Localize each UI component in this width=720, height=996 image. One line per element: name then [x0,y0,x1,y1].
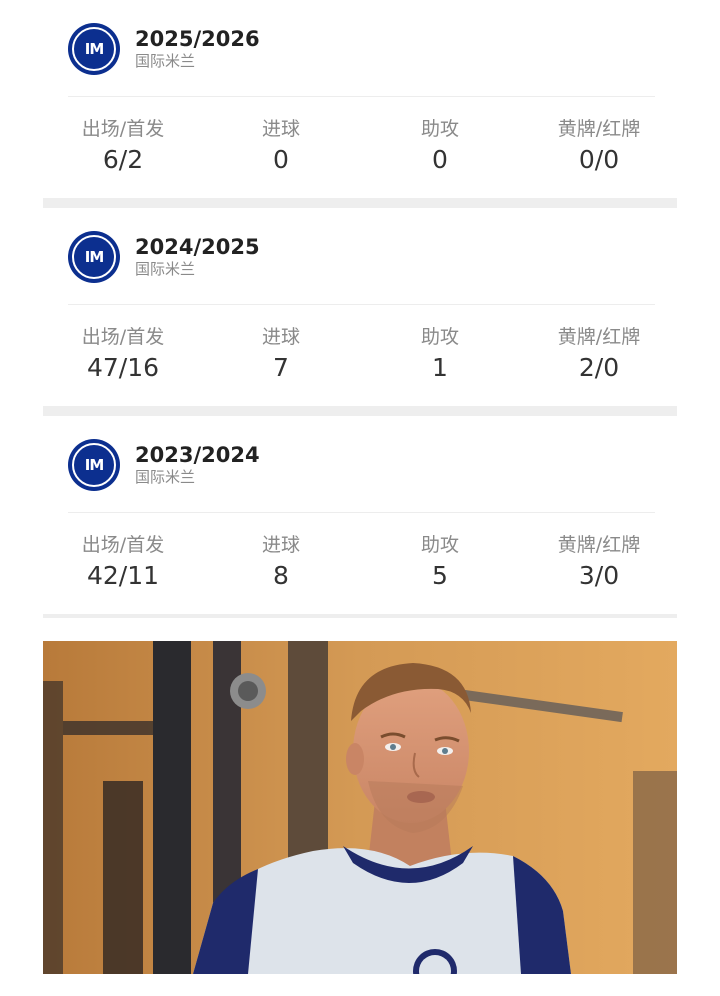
stat-label: 助攻 [420,534,459,556]
stat-label: 黄牌/红牌 [557,326,641,348]
section-separator [43,198,677,208]
season-header: IM 2024/2025 国际米兰 [68,230,260,284]
inter-logo-icon: IM [68,23,120,75]
stat-value: 7 [273,353,289,382]
stat-label: 进球 [261,534,300,556]
stat-value: 0/0 [578,145,620,174]
stat-cards: 黄牌/红牌 3/0 [519,534,679,590]
season-header: IM 2023/2024 国际米兰 [68,438,260,492]
stat-label: 出场/首发 [81,326,165,348]
stat-assists: 助攻 0 [360,118,520,174]
season-card[interactable]: IM 2023/2024 国际米兰 出场/首发 42/11 进球 8 助攻 5 [43,416,677,614]
stat-assists: 助攻 5 [360,534,520,590]
season-year: 2024/2025 [135,235,260,259]
logo-monogram: IM [84,456,104,474]
stat-value: 5 [432,561,448,590]
season-header: IM 2025/2026 国际米兰 [68,22,260,76]
club-name: 国际米兰 [135,52,196,70]
stat-label: 助攻 [420,118,459,140]
season-card[interactable]: IM 2025/2026 国际米兰 出场/首发 6/2 进球 0 助攻 0 黄牌… [43,0,677,198]
stat-label: 进球 [261,118,300,140]
stat-goals: 进球 7 [201,326,361,382]
stat-value: 47/16 [86,353,160,382]
season-year: 2023/2024 [135,443,260,467]
player-photo-image [43,641,677,974]
stat-label: 助攻 [420,326,459,348]
stat-cards: 黄牌/红牌 2/0 [519,326,679,382]
stat-label: 进球 [261,326,300,348]
stat-appearances: 出场/首发 47/16 [43,326,203,382]
stat-value: 42/11 [86,561,160,590]
club-name: 国际米兰 [135,260,196,278]
stat-appearances: 出场/首发 6/2 [43,118,203,174]
logo-monogram: IM [84,248,104,266]
season-title-block: 2024/2025 国际米兰 [135,237,260,277]
divider [68,96,655,97]
stat-value: 1 [432,353,448,382]
logo-ring: IM [72,235,116,279]
logo-monogram: IM [84,40,104,58]
season-title-block: 2025/2026 国际米兰 [135,29,260,69]
stat-value: 0 [273,145,289,174]
season-stats-list: IM 2025/2026 国际米兰 出场/首发 6/2 进球 0 助攻 0 黄牌… [43,0,677,618]
stat-value: 8 [273,561,289,590]
stat-assists: 助攻 1 [360,326,520,382]
stat-value: 3/0 [578,561,620,590]
stat-label: 黄牌/红牌 [557,534,641,556]
inter-logo-icon: IM [68,231,120,283]
section-separator [43,406,677,416]
stat-label: 出场/首发 [81,118,165,140]
divider [68,304,655,305]
stat-value: 6/2 [102,145,144,174]
stat-appearances: 出场/首发 42/11 [43,534,203,590]
stat-goals: 进球 0 [201,118,361,174]
stat-value: 2/0 [578,353,620,382]
stats-row: 出场/首发 42/11 进球 8 助攻 5 黄牌/红牌 3/0 [43,536,677,596]
season-title-block: 2023/2024 国际米兰 [135,445,260,485]
stat-goals: 进球 8 [201,534,361,590]
divider [68,512,655,513]
stat-cards: 黄牌/红牌 0/0 [519,118,679,174]
player-photo[interactable] [43,641,677,974]
stat-label: 黄牌/红牌 [557,118,641,140]
inter-logo-icon: IM [68,439,120,491]
section-separator [43,614,677,618]
season-year: 2025/2026 [135,27,260,51]
logo-ring: IM [72,443,116,487]
season-card[interactable]: IM 2024/2025 国际米兰 出场/首发 47/16 进球 7 助攻 1 [43,208,677,406]
stats-row: 出场/首发 6/2 进球 0 助攻 0 黄牌/红牌 0/0 [43,120,677,180]
stat-value: 0 [432,145,448,174]
stat-label: 出场/首发 [81,534,165,556]
club-name: 国际米兰 [135,468,196,486]
stats-row: 出场/首发 47/16 进球 7 助攻 1 黄牌/红牌 2/0 [43,328,677,388]
logo-ring: IM [72,27,116,71]
